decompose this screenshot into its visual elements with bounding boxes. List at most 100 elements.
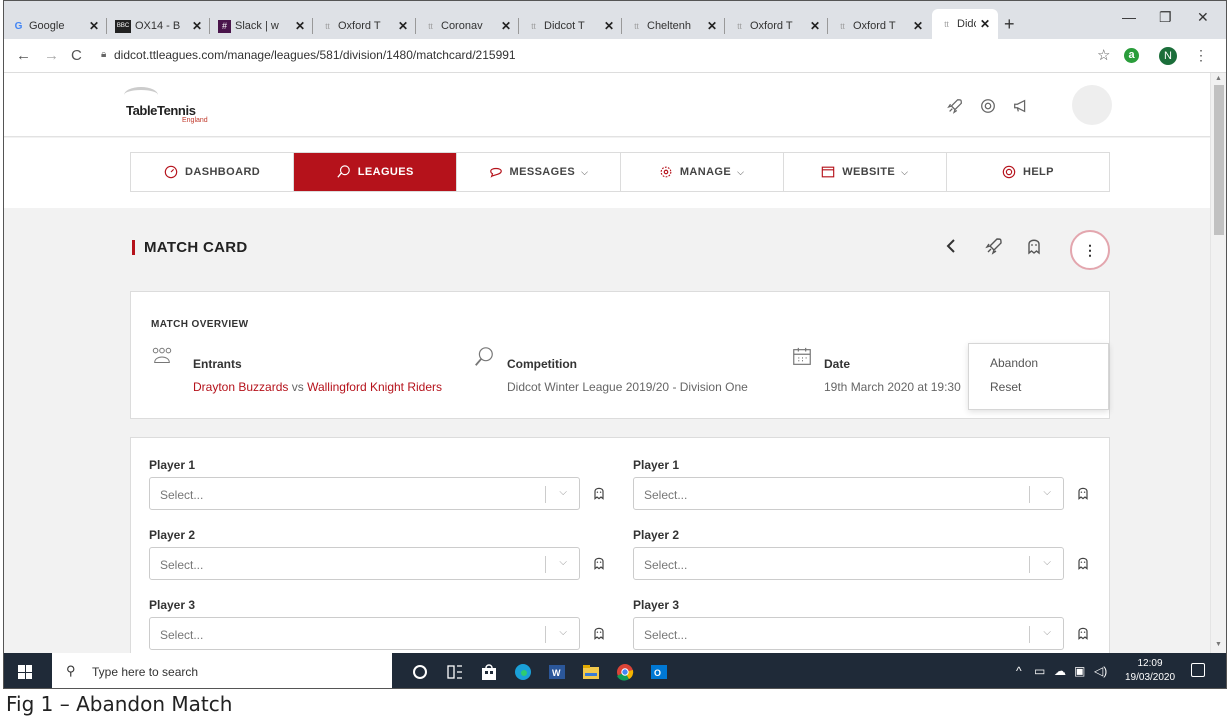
close-tab-icon[interactable]: ✕ — [89, 19, 99, 33]
forward-arrow-icon[interactable]: → — [44, 47, 59, 64]
scroll-down-icon[interactable]: ▼ — [1215, 641, 1222, 648]
close-tab-icon[interactable]: ✕ — [913, 19, 923, 33]
browser-tab[interactable]: G Google ✕ — [4, 13, 107, 39]
windows-start-icon[interactable] — [18, 665, 32, 679]
site-logo[interactable]: TableTennis England — [124, 85, 244, 125]
calendar-icon — [793, 347, 811, 365]
close-tab-icon[interactable]: ✕ — [810, 19, 820, 33]
away-player-select[interactable]: Select... ⌵ — [633, 547, 1064, 580]
browser-tab-active[interactable]: tt Didcot T ✕ — [932, 9, 998, 39]
file-explorer-icon[interactable] — [580, 661, 602, 683]
cortana-icon[interactable] — [409, 661, 431, 683]
select-placeholder: Select... — [160, 628, 204, 642]
ghost-icon[interactable] — [591, 485, 607, 501]
megaphone-icon[interactable] — [1012, 97, 1030, 115]
close-tab-icon[interactable]: ✕ — [980, 17, 990, 31]
word-icon[interactable]: W — [546, 661, 568, 683]
browser-tab[interactable]: tt Coronav ✕ — [416, 13, 519, 39]
home-player-select[interactable]: Select... ⌵ — [149, 617, 580, 650]
scroll-up-icon[interactable]: ▲ — [1215, 75, 1222, 82]
home-player-select[interactable]: Select... ⌵ — [149, 547, 580, 580]
tab-title: Cheltenh — [647, 20, 692, 32]
away-player-select[interactable]: Select... ⌵ — [633, 617, 1064, 650]
close-window-icon[interactable]: ✕ — [1197, 9, 1209, 26]
extension-icon[interactable]: a — [1124, 48, 1139, 63]
battery-icon[interactable]: ▭ — [1034, 664, 1045, 678]
browser-tab[interactable]: BBC OX14 - B ✕ — [107, 13, 210, 39]
close-tab-icon[interactable]: ✕ — [192, 19, 202, 33]
nav-dashboard[interactable]: DASHBOARD — [131, 153, 295, 191]
volume-icon[interactable]: ◁) — [1094, 664, 1107, 678]
clock-time: 12:09 — [1137, 658, 1163, 669]
restore-icon[interactable]: ❐ — [1159, 9, 1172, 26]
minimize-icon[interactable]: — — [1122, 9, 1136, 25]
back-arrow-icon[interactable]: ← — [16, 47, 31, 64]
browser-tab[interactable]: tt Oxford T ✕ — [725, 13, 828, 39]
entrants-label: Entrants — [193, 357, 242, 371]
ghost-icon[interactable] — [591, 555, 607, 571]
nav-manage[interactable]: MANAGE ⌵ — [621, 153, 784, 191]
close-tab-icon[interactable]: ✕ — [604, 19, 614, 33]
browser-tab[interactable]: tt Didcot T ✕ — [519, 13, 622, 39]
profile-avatar[interactable]: N — [1159, 47, 1177, 65]
store-icon[interactable] — [478, 661, 500, 683]
nav-leagues[interactable]: LEAGUES — [294, 153, 458, 191]
nav-label: LEAGUES — [357, 166, 414, 178]
ghost-icon[interactable] — [1024, 236, 1044, 256]
scroll-thumb[interactable] — [1214, 85, 1224, 235]
more-options-button[interactable]: ⋮ — [1070, 230, 1110, 270]
chevron-down-icon: ⌵ — [559, 627, 567, 638]
new-tab-button[interactable]: + — [1004, 14, 1015, 35]
tt-icon: tt — [428, 21, 433, 31]
figure-caption: Fig 1 – Abandon Match — [6, 692, 233, 716]
ghost-icon[interactable] — [1075, 485, 1091, 501]
cloud-icon[interactable]: ☁ — [1054, 664, 1066, 678]
close-tab-icon[interactable]: ✕ — [501, 19, 511, 33]
outlook-icon[interactable]: O — [648, 661, 670, 683]
rocket-icon[interactable] — [984, 236, 1004, 256]
task-view-icon[interactable] — [444, 661, 466, 683]
menu-item-abandon[interactable]: Abandon — [990, 356, 1038, 370]
ghost-icon[interactable] — [591, 625, 607, 641]
chrome-icon[interactable] — [614, 661, 636, 683]
dashboard-icon — [164, 165, 178, 179]
lifebuoy-icon[interactable] — [979, 97, 997, 115]
user-avatar[interactable] — [1072, 85, 1112, 125]
rocket-icon[interactable] — [946, 97, 964, 115]
close-tab-icon[interactable]: ✕ — [707, 19, 717, 33]
ghost-icon[interactable] — [1075, 555, 1091, 571]
taskbar-search-placeholder: Type here to search — [92, 665, 199, 679]
chevron-left-icon[interactable] — [941, 236, 961, 256]
ghost-icon[interactable] — [1075, 625, 1091, 641]
nav-help[interactable]: HELP — [947, 153, 1109, 191]
url-bar[interactable]: didcot.ttleagues.com/manage/leagues/581/… — [114, 48, 516, 62]
close-tab-icon[interactable]: ✕ — [398, 19, 408, 33]
chevron-up-icon[interactable]: ^ — [1016, 664, 1022, 678]
browser-menu-icon[interactable]: ⋮ — [1194, 47, 1208, 64]
away-team-link[interactable]: Wallingford Knight Riders — [307, 380, 442, 394]
home-player-select[interactable]: Select... ⌵ — [149, 477, 580, 510]
overview-heading: MATCH OVERVIEW — [151, 319, 249, 330]
nav-website[interactable]: WEBSITE ⌵ — [784, 153, 947, 191]
browser-tab[interactable]: tt Oxford T ✕ — [313, 13, 416, 39]
browser-tab[interactable]: tt Oxford T ✕ — [828, 13, 931, 39]
browser-tab[interactable]: # Slack | w ✕ — [210, 13, 313, 39]
nav-messages[interactable]: MESSAGES ⌵ — [457, 153, 621, 191]
notifications-icon[interactable] — [1191, 663, 1205, 677]
page-scrollbar[interactable]: ▲ ▼ — [1210, 73, 1226, 653]
home-team-link[interactable]: Drayton Buzzards — [193, 380, 288, 394]
network-icon[interactable]: ▣ — [1074, 664, 1085, 678]
close-tab-icon[interactable]: ✕ — [295, 19, 305, 33]
reload-icon[interactable]: C — [71, 47, 82, 64]
away-player-select[interactable]: Select... ⌵ — [633, 477, 1064, 510]
chevron-down-icon: ⌵ — [559, 487, 567, 498]
browser-tab[interactable]: tt Cheltenh ✕ — [622, 13, 725, 39]
bookmark-star-icon[interactable]: ☆ — [1097, 46, 1110, 64]
chevron-down-icon: ⌵ — [1043, 487, 1051, 498]
screenshot-frame: G Google ✕ BBC OX14 - B ✕ # Slack | w ✕ … — [3, 0, 1227, 689]
taskbar-search[interactable]: ⚲ Type here to search — [52, 653, 392, 688]
taskbar-clock[interactable]: 12:09 19/03/2020 — [1125, 657, 1175, 685]
site-header: TableTennis England — [4, 73, 1212, 137]
menu-item-reset[interactable]: Reset — [990, 380, 1021, 394]
edge-icon[interactable] — [512, 661, 534, 683]
